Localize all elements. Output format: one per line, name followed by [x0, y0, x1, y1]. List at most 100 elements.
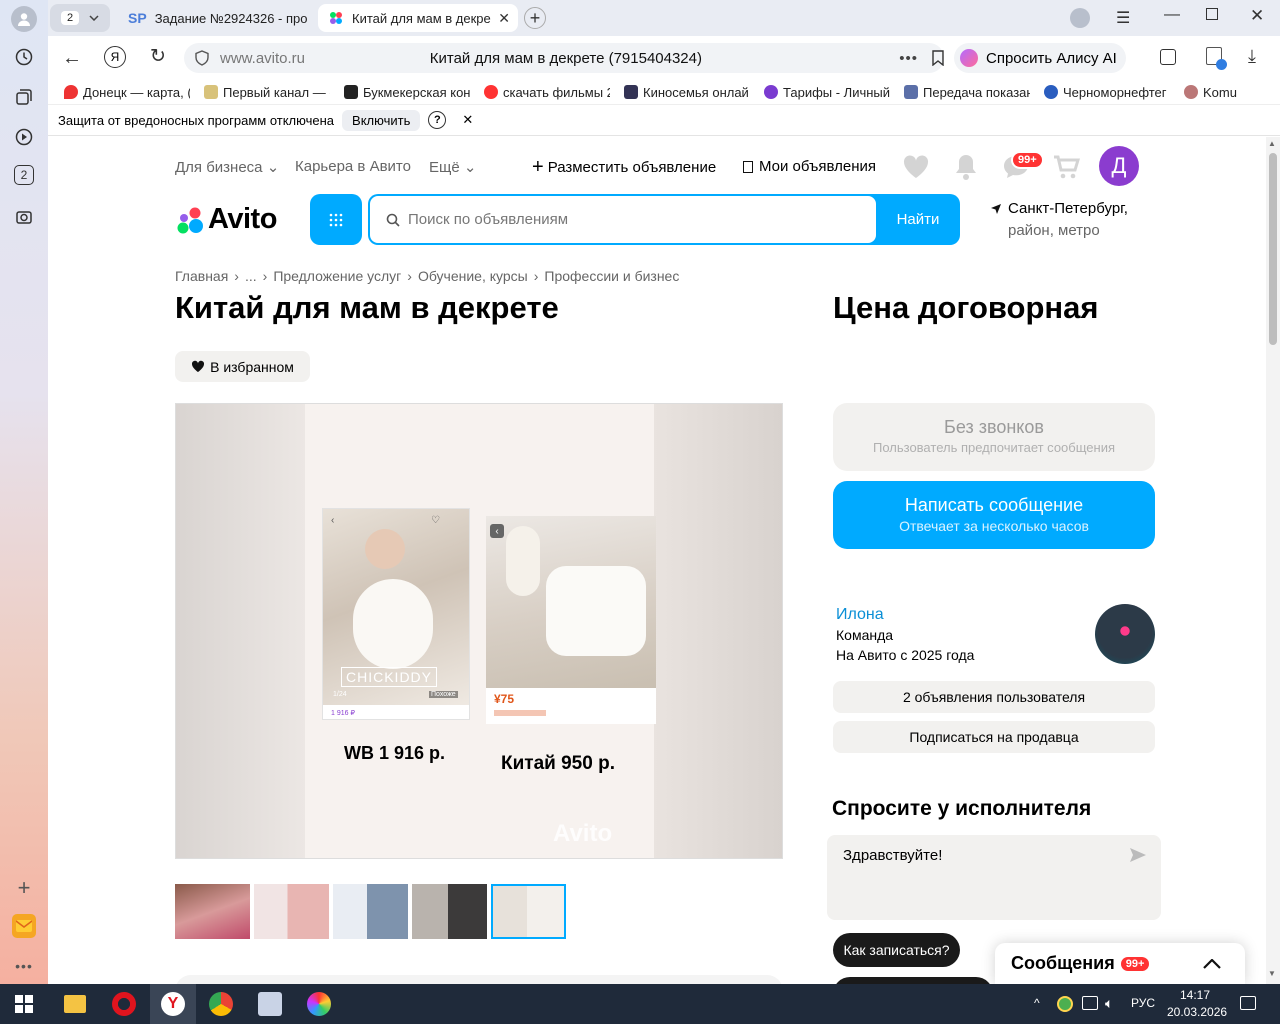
seller-name[interactable]: Илона	[836, 606, 884, 624]
more-dots-icon[interactable]: •••	[12, 954, 36, 978]
thumbnail-3[interactable]	[333, 884, 408, 939]
thumbnail-1[interactable]	[175, 884, 250, 939]
thumbnail-5-selected[interactable]	[491, 884, 566, 939]
chrome-icon[interactable]	[209, 992, 233, 1016]
file-explorer-icon[interactable]	[64, 995, 86, 1013]
listing-gallery[interactable]: ‹ ♡ CHICKIDDY 1/24 Похоже 1 916 ₽ ‹ ¥75 …	[175, 403, 783, 859]
windows-start-icon[interactable]	[15, 995, 33, 1013]
extensions-icon[interactable]	[1160, 49, 1176, 65]
bookmark-item[interactable]: скачать фильмы 2	[484, 85, 610, 100]
photos-icon[interactable]	[307, 992, 331, 1016]
notifications-bell-icon[interactable]	[954, 153, 978, 181]
bookmark-item[interactable]: Киносемья онлай	[624, 85, 750, 100]
opera-icon[interactable]	[112, 992, 136, 1016]
breadcrumb-home[interactable]: Главная	[175, 268, 228, 284]
account-icon[interactable]	[1070, 8, 1090, 28]
search-button[interactable]: Найти	[876, 194, 960, 245]
restore-icon[interactable]	[1206, 8, 1218, 20]
minimize-icon[interactable]: —	[1164, 6, 1180, 24]
breadcrumb-ellipsis[interactable]: ...	[245, 268, 257, 284]
bookmark-item[interactable]: Донецк — карта, (	[64, 85, 190, 100]
favorite-button[interactable]: В избранном	[175, 351, 310, 382]
location-selector[interactable]: Санкт-Петербург,	[990, 200, 1128, 217]
more-link[interactable]: Ещё ⌄	[429, 158, 476, 176]
categories-button[interactable]	[310, 194, 362, 245]
messages-widget[interactable]: Сообщения 99+	[995, 943, 1245, 984]
yandex-browser-icon[interactable]: Y	[161, 992, 185, 1016]
breadcrumb-professions[interactable]: Профессии и бизнес	[544, 268, 679, 284]
user-avatar[interactable]: Д	[1099, 146, 1139, 186]
bookmark-icon[interactable]	[932, 50, 944, 66]
scroll-down-icon[interactable]: ▼	[1268, 969, 1276, 978]
ask-message-input[interactable]: Здравствуйте!	[827, 835, 1161, 920]
snipping-tool-icon[interactable]	[258, 992, 282, 1016]
search-placeholder: Поиск по объявлениям	[408, 211, 569, 228]
cart-icon[interactable]	[1052, 154, 1080, 180]
volume-icon[interactable]: 🔈︎	[1105, 995, 1113, 1012]
reload-icon[interactable]: ↻	[150, 45, 166, 68]
bookmark-item[interactable]: Передача показан	[904, 85, 1030, 100]
scrollbar-thumb[interactable]	[1269, 153, 1277, 345]
favorites-heart-icon[interactable]	[902, 154, 930, 180]
help-icon[interactable]: ?	[428, 111, 447, 129]
tab-avito[interactable]: Китай для мам в декре ✕	[318, 4, 518, 32]
site-info-icon[interactable]	[194, 50, 210, 66]
send-icon[interactable]	[1129, 847, 1147, 863]
location-district[interactable]: район, метро	[1008, 222, 1100, 239]
alice-button[interactable]: Спросить Алису AI	[954, 43, 1126, 73]
thumbnail-4[interactable]	[412, 884, 487, 939]
tabs-count-icon[interactable]: 2	[14, 165, 34, 185]
network-icon[interactable]	[1082, 996, 1098, 1010]
screenshot-icon[interactable]	[12, 205, 36, 229]
notifications-icon[interactable]	[1240, 996, 1256, 1010]
language-indicator[interactable]: РУС	[1131, 996, 1155, 1010]
history-icon[interactable]	[12, 45, 36, 69]
back-icon[interactable]: ←	[62, 47, 82, 70]
post-ad-link[interactable]: + Разместить объявление	[532, 156, 716, 179]
bookmark-item[interactable]: Тарифы - Личный	[764, 85, 890, 100]
my-ads-link[interactable]: Мои объявления	[743, 158, 876, 175]
write-message-button[interactable]: Написать сообщение Отвечает за несколько…	[833, 481, 1155, 549]
download-icon[interactable]: ⤓	[1248, 46, 1256, 67]
more-icon[interactable]: •••	[899, 50, 918, 67]
mail-icon[interactable]	[12, 914, 36, 938]
seller-ads-button[interactable]: 2 объявления пользователя	[833, 681, 1155, 713]
yandex-icon[interactable]: Я	[104, 46, 126, 68]
collections-icon[interactable]	[12, 85, 36, 109]
enable-protection-button[interactable]: Включить	[342, 109, 421, 131]
tab-group-button[interactable]: 2	[50, 4, 110, 32]
quick-reply-button[interactable]: Как записаться?	[833, 933, 960, 967]
subscribe-button[interactable]: Подписаться на продавца	[833, 721, 1155, 753]
close-bar-icon[interactable]: ✕	[462, 112, 473, 128]
seller-avatar[interactable]	[1095, 604, 1155, 664]
clock-time[interactable]: 14:17	[1180, 988, 1210, 1002]
thumbnail-2[interactable]	[254, 884, 329, 939]
breadcrumb-courses[interactable]: Обучение, курсы	[418, 268, 528, 284]
avito-logo[interactable]: Avito	[175, 203, 277, 236]
for-business-link[interactable]: Для бизнеса ⌄	[175, 158, 279, 176]
page-scrollbar[interactable]: ▲ ▼	[1266, 137, 1280, 984]
search-input[interactable]: Поиск по объявлениям	[370, 196, 876, 243]
menu-icon[interactable]: ☰	[1116, 8, 1130, 28]
breadcrumb-services[interactable]: Предложение услуг	[273, 268, 401, 284]
downloads-shield-icon[interactable]	[1206, 47, 1227, 70]
career-link[interactable]: Карьера в Авито	[295, 158, 411, 175]
close-tab-icon[interactable]: ✕	[498, 10, 510, 27]
bookmark-item[interactable]: Черноморнефтег	[1044, 85, 1170, 100]
profile-icon[interactable]	[11, 6, 37, 32]
tab-task[interactable]: SP Задание №2924326 - про	[120, 4, 310, 32]
chevron-up-icon[interactable]	[1203, 958, 1221, 969]
scroll-up-icon[interactable]: ▲	[1268, 139, 1276, 148]
bookmark-item[interactable]: Komu	[1184, 85, 1254, 100]
tray-app-icon[interactable]	[1057, 996, 1073, 1012]
add-panel-icon[interactable]: +	[12, 875, 36, 900]
quick-reply-button-2[interactable]	[833, 977, 993, 984]
video-icon[interactable]	[12, 125, 36, 149]
clock-date[interactable]: 20.03.2026	[1167, 1005, 1227, 1019]
bookmark-item[interactable]: Букмекерская кон	[344, 85, 470, 100]
close-window-icon[interactable]: ✕	[1250, 6, 1264, 26]
address-bar[interactable]: www.avito.ru Китай для мам в декрете (79…	[184, 43, 944, 73]
tray-chevron-icon[interactable]: ^	[1034, 996, 1040, 1010]
bookmark-item[interactable]: Первый канал — с	[204, 85, 330, 100]
new-tab-button[interactable]: +	[524, 7, 546, 29]
